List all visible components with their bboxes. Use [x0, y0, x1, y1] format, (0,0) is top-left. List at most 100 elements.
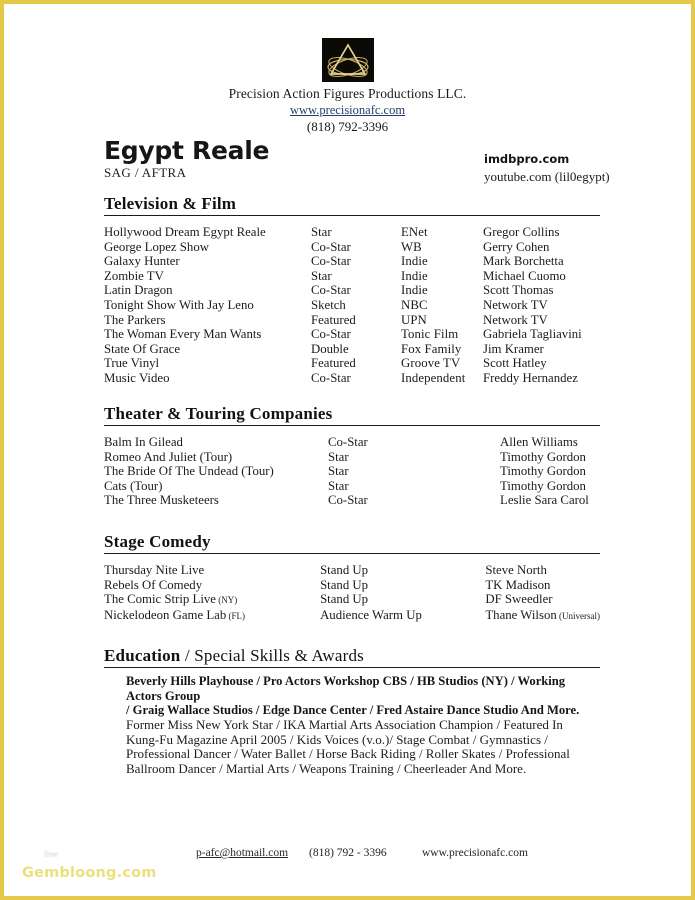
education-heading-light: / Special Skills & Awards [180, 646, 364, 665]
table-row: Music Video Co-Star Independent Freddy Hern… [104, 371, 600, 386]
section-heading: Stage Comedy [104, 532, 211, 551]
profile-links: imdbpro.com youtube.com (lil0egypt) [484, 150, 691, 186]
credit-director: Michael Cuomo [483, 268, 566, 283]
section-heading: Education / Special Skills & Awards [104, 646, 600, 666]
credit-title: Hollywood Dream Egypt Reale [104, 225, 266, 239]
credit-title: George Lopez Show [104, 239, 209, 254]
credit-title: Balm In Gilead [104, 435, 183, 449]
imdbpro-link[interactable]: imdbpro.com [484, 150, 691, 168]
credit-role: Co-Star [311, 239, 351, 254]
credit-role: Double [311, 341, 349, 356]
credit-role: Featured [311, 312, 356, 327]
table-row: Balm In Gilead Co-Star Allen Williams [104, 435, 600, 450]
table-row: Nickelodeon Game Lab (FL) Audience Warm U… [104, 608, 600, 624]
table-row: Tonight Show With Jay Leno Sketch NBC Netwo… [104, 298, 600, 313]
section-stage-comedy: Stage Comedy Thursday Nite Live Stand Up S… [104, 532, 600, 623]
footer-email-link[interactable]: p-afc@hotmail.com [196, 847, 288, 859]
credit-director: Gregor Collins [483, 225, 560, 239]
footer-phone: (818) 792 - 3396 [309, 847, 387, 859]
name-block: Egypt Reale SAG / AFTRA imdbpro.com yout… [104, 137, 610, 184]
credit-network: Fox Family [401, 341, 462, 356]
education-line: / Graig Wallace Studios / Edge Dance Cen… [126, 703, 580, 718]
education-bold-lines: Beverly Hills Playhouse / Pro Actors Wor… [126, 674, 600, 718]
company-phone: (818) 792-3396 [306, 119, 389, 134]
theater-credits-body: Balm In Gilead Co-Star Allen Williams Romeo… [104, 435, 600, 508]
credit-network: Indie [401, 283, 428, 298]
skills-line: Professional Dancer / Water Ballet / Hor… [126, 746, 570, 762]
table-row: The Comic Strip Live (NY) Stand Up DF Swee… [104, 592, 600, 608]
resume-page: Precision Action Figures Productions LLC… [0, 0, 695, 900]
youtube-link[interactable]: youtube.com (lil0egypt) [484, 168, 691, 186]
credit-network: ENet [401, 225, 428, 239]
credit-role: Star [328, 464, 349, 479]
skills-line: Kung-Fu Magazine April 2005 / Kids Voice… [126, 731, 548, 747]
credit-director: TK Madison [485, 577, 551, 592]
table-row: State Of Grace Double Fox Family Jim Kramer [104, 342, 600, 357]
section-heading: Theater & Touring Companies [104, 404, 333, 423]
credit-network: Tonic Film [401, 327, 459, 342]
credit-network: NBC [401, 297, 428, 312]
credit-title: Latin Dragon [104, 283, 173, 298]
credit-title: Tonight Show With Jay Leno [104, 297, 254, 312]
credit-title: Romeo And Juliet (Tour) [104, 449, 233, 464]
education-line: Beverly Hills Playhouse / Pro Actors Wor… [126, 674, 566, 703]
section-divider [104, 215, 600, 216]
table-row: Latin Dragon Co-Star Indie Scott Thomas [104, 283, 600, 298]
credit-network: Indie [401, 268, 428, 283]
credit-director: Timothy Gordon [500, 464, 586, 479]
skills-line: Former Miss New York Star / IKA Martial … [126, 716, 563, 732]
credit-role: Co-Star [328, 435, 368, 449]
section-divider [104, 425, 600, 426]
credit-director: Network TV [483, 312, 548, 327]
credit-director: Jim Kramer [483, 341, 544, 356]
credit-title: Thursday Nite Live [104, 563, 205, 577]
credit-director: DF Sweedler [485, 592, 553, 607]
letterhead: Precision Action Figures Productions LLC… [4, 38, 691, 135]
credit-director: Gerry Cohen [483, 239, 550, 254]
credit-director: Network TV [483, 297, 548, 312]
credit-director: Steve North [485, 563, 547, 577]
credit-title: The Comic Strip Live (NY) [104, 592, 238, 607]
television-credits-table: Hollywood Dream Egypt Reale Star ENet Grego… [104, 225, 600, 386]
triangle-ellipse-logo-icon [321, 38, 374, 82]
table-row: Zombie TV Star Indie Michael Cuomo [104, 269, 600, 284]
credit-title: Cats (Tour) [104, 478, 163, 493]
company-name: Precision Action Figures Productions LLC… [228, 86, 467, 101]
table-row: The Parkers Featured UPN Network TV [104, 313, 600, 328]
section-divider [104, 553, 600, 554]
table-row: George Lopez Show Co-Star WB Gerry Cohen [104, 240, 600, 255]
credit-role: Featured [311, 356, 356, 371]
credit-role: Co-Star [311, 327, 351, 342]
credit-director: Mark Borchetta [483, 254, 564, 269]
credit-role: Sketch [311, 297, 346, 312]
credit-title: Nickelodeon Game Lab (FL) [104, 607, 245, 622]
television-credits-body: Hollywood Dream Egypt Reale Star ENet Grego… [104, 225, 600, 386]
credit-director: Gabriela Tagliavini [483, 327, 582, 342]
company-website-link[interactable]: www.precisionafc.com [4, 102, 691, 118]
education-body: Beverly Hills Playhouse / Pro Actors Wor… [104, 674, 600, 777]
table-row: Rebels Of Comedy Stand Up TK Madison [104, 578, 600, 593]
section-divider [104, 667, 600, 668]
table-row: Hollywood Dream Egypt Reale Star ENet Grego… [104, 225, 600, 240]
credit-role: Co-Star [311, 370, 351, 385]
credit-role: Co-Star [328, 493, 368, 508]
paper-sheet: Precision Action Figures Productions LLC… [4, 4, 691, 896]
credit-network: Indie [401, 254, 428, 269]
table-row: Thursday Nite Live Stand Up Steve North [104, 563, 600, 578]
footer-website[interactable]: www.precisionafc.com [422, 847, 528, 859]
credit-director: Thane Wilson (Universal) [485, 607, 600, 622]
credit-director: Timothy Gordon [500, 478, 586, 493]
credit-title-note: (FL) [226, 610, 245, 621]
credit-network: Groove TV [401, 356, 461, 371]
credit-title: True Vinyl [104, 356, 160, 371]
education-heading-bold: Education [104, 646, 181, 665]
credit-title-note: (NY) [215, 595, 238, 606]
table-row: The Bride Of The Undead (Tour) Star Timoth… [104, 464, 600, 479]
credit-role: Star [328, 449, 349, 464]
credit-director: Leslie Sara Carol [500, 493, 589, 508]
section-education-skills: Education / Special Skills & Awards Beve… [104, 646, 600, 777]
table-row: The Woman Every Man Wants Co-Star Tonic Fi… [104, 327, 600, 342]
credit-role: Stand Up [320, 563, 369, 577]
section-heading: Television & Film [104, 194, 237, 213]
table-row: Galaxy Hunter Co-Star Indie Mark Borchetta [104, 254, 600, 269]
